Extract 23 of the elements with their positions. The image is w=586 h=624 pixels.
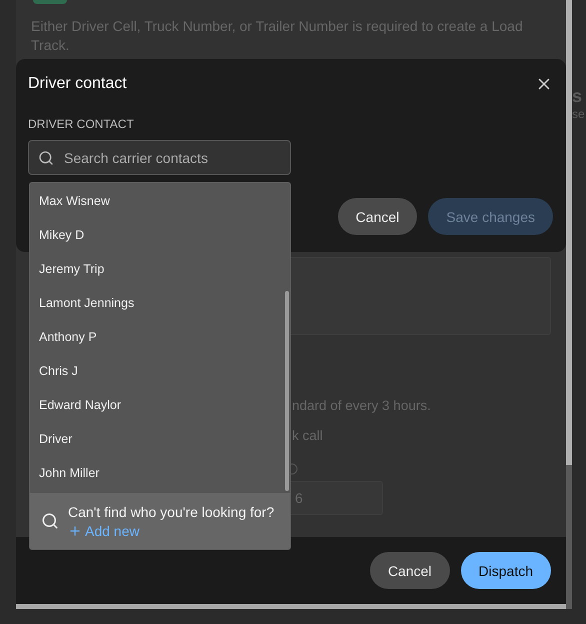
scrollbar-thumb[interactable]	[285, 291, 289, 491]
cancel-button[interactable]: Cancel	[370, 552, 450, 589]
tag-edge	[33, 0, 67, 4]
plus-icon	[68, 524, 82, 538]
contact-option[interactable]: Chris J	[30, 354, 290, 388]
contact-option[interactable]: Driver	[30, 422, 290, 456]
horizontal-scrollbar[interactable]	[16, 604, 566, 609]
search-icon	[38, 150, 54, 166]
contact-option[interactable]: Edward Naylor	[30, 388, 290, 422]
cancel-button[interactable]: Cancel	[338, 198, 418, 235]
search-icon	[41, 512, 59, 530]
contact-option[interactable]: Lamont Jennings	[30, 286, 290, 320]
contact-option[interactable]: Max Wisnew	[30, 184, 290, 218]
contact-option[interactable]: Anthony P	[30, 320, 290, 354]
search-input[interactable]: Search carrier contacts	[62, 148, 286, 166]
contact-option[interactable]: Jeremy Trip	[30, 252, 290, 286]
dispatch-button[interactable]: Dispatch	[460, 552, 551, 589]
search-field[interactable]: Search carrier contacts	[28, 140, 291, 175]
field-label: DRIVER CONTACT	[28, 117, 135, 131]
contact-option[interactable]: Mikey D	[30, 218, 290, 252]
not-found-text: Can't find who you're looking for?	[68, 504, 274, 520]
dialog-title: Driver contact	[28, 75, 127, 93]
vertical-scrollbar[interactable]	[566, 0, 572, 609]
